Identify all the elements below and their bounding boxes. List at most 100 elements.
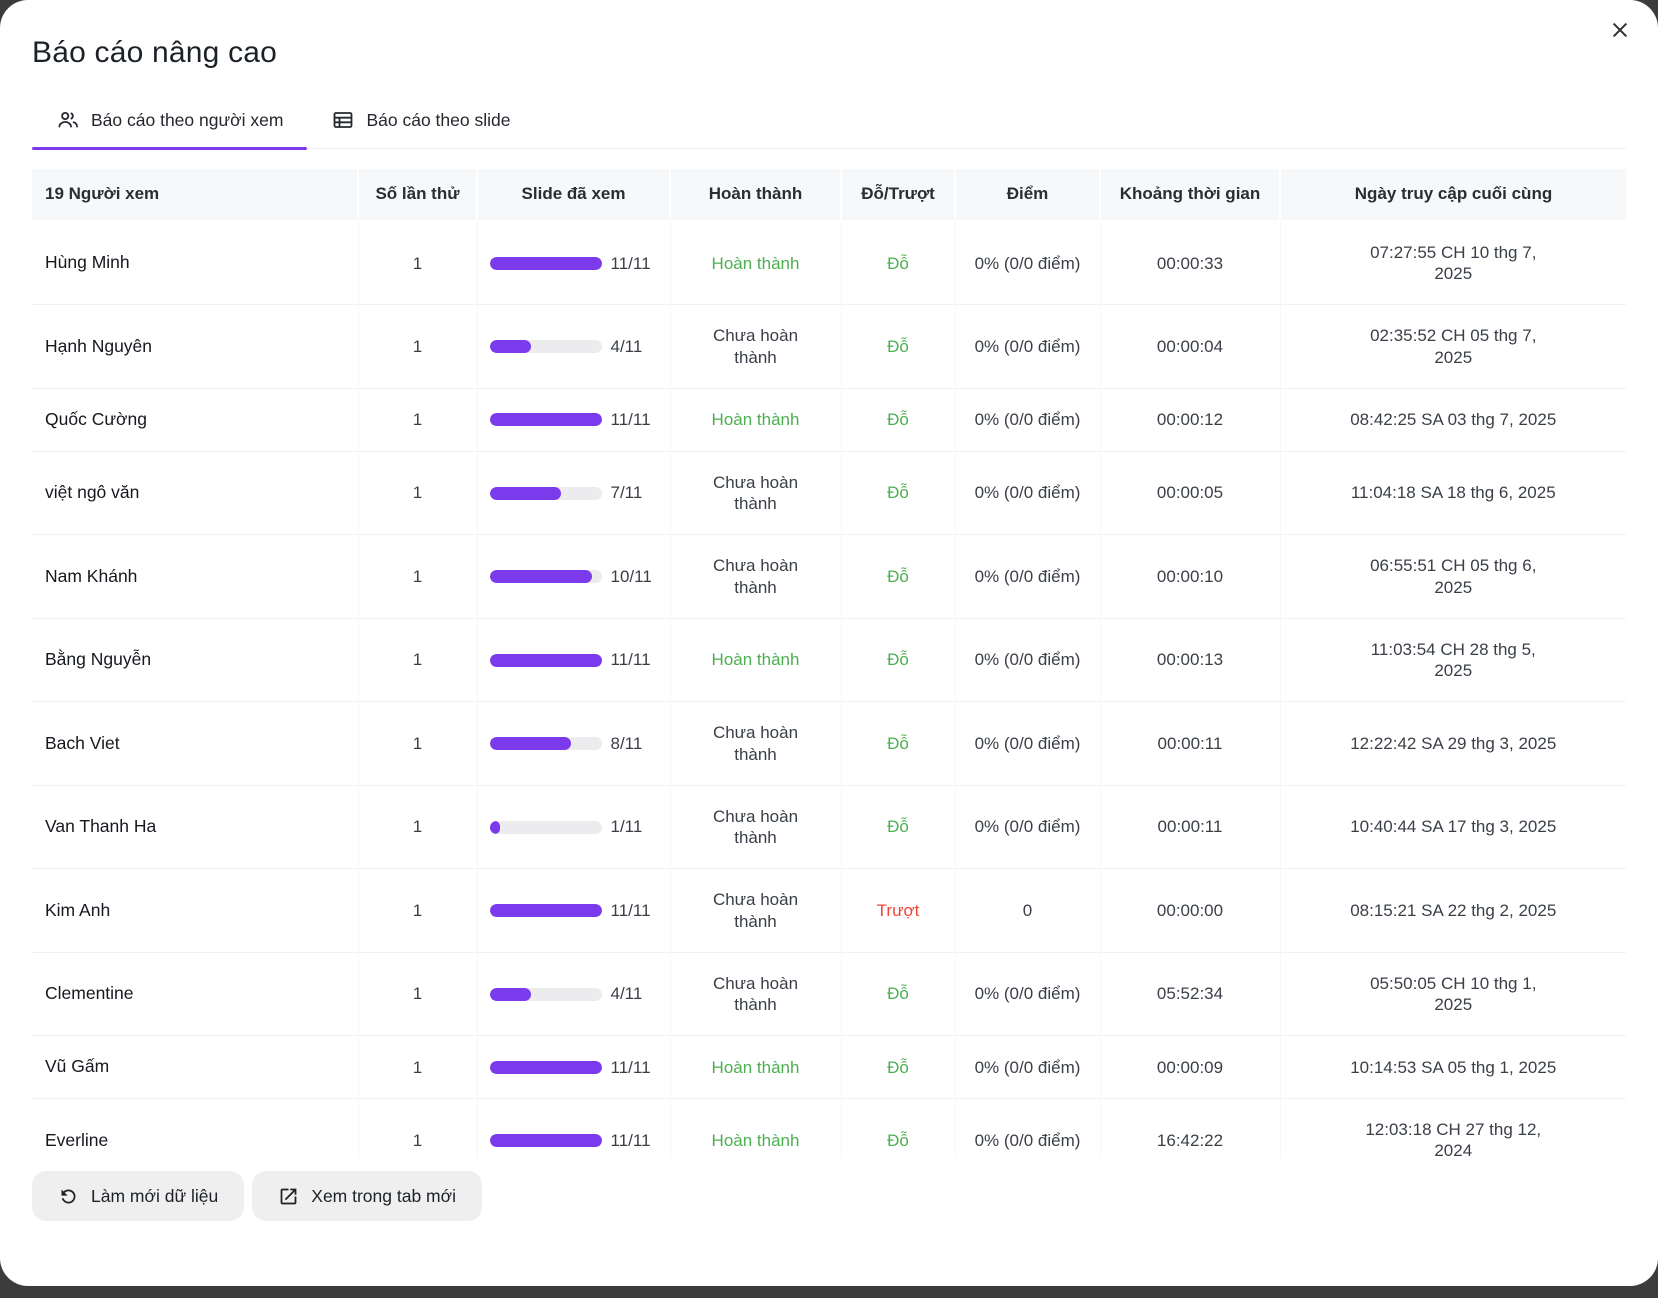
slides-viewed-cell: 1/11 [477, 785, 670, 869]
completion-cell: Chưa hoàn thành [670, 305, 841, 389]
pass-fail-cell: Đỗ [841, 388, 955, 451]
viewer-name-cell: Clementine [32, 952, 358, 1036]
progress-bar [490, 487, 602, 500]
completion-cell: Chưa hoàn thành [670, 702, 841, 786]
slides-viewed-cell: 8/11 [477, 702, 670, 786]
attempts-cell: 1 [358, 952, 477, 1036]
attempts-cell: 1 [358, 618, 477, 702]
completion-cell: Chưa hoàn thành [670, 451, 841, 535]
table-row: Clementine14/11Chưa hoàn thànhĐỗ0% (0/0 … [32, 952, 1626, 1036]
footer-actions: Làm mới dữ liệu Xem trong tab mới [32, 1171, 1626, 1221]
score-cell: 0 [955, 869, 1100, 953]
duration-cell: 00:00:33 [1100, 221, 1280, 305]
pass-fail-cell: Đỗ [841, 702, 955, 786]
duration-cell: 00:00:12 [1100, 388, 1280, 451]
pass-fail-cell: Đỗ [841, 1036, 955, 1099]
open-tab-label: Xem trong tab mới [311, 1186, 456, 1207]
progress-label: 7/11 [611, 482, 643, 503]
page-title: Báo cáo nâng cao [32, 0, 1626, 70]
open-in-new-tab-button[interactable]: Xem trong tab mới [252, 1171, 482, 1221]
table-row: Hùng Minh111/11Hoàn thànhĐỗ0% (0/0 điểm)… [32, 221, 1626, 305]
refresh-label: Làm mới dữ liệu [91, 1186, 218, 1207]
column-header-4: Đỗ/Trượt [841, 169, 955, 221]
tab-report-by-slide[interactable]: Báo cáo theo slide [307, 96, 534, 148]
last-access-cell: 05:50:05 CH 10 thg 1, 2025 [1280, 952, 1626, 1036]
tab-bar: Báo cáo theo người xem Báo cáo theo slid… [32, 96, 1626, 149]
completion-cell: Hoàn thành [670, 1036, 841, 1099]
column-header-6: Khoảng thời gian [1100, 169, 1280, 221]
progress-bar [490, 904, 602, 917]
completion-cell: Hoàn thành [670, 388, 841, 451]
column-header-3: Hoàn thành [670, 169, 841, 221]
slides-viewed-cell: 11/11 [477, 618, 670, 702]
attempts-cell: 1 [358, 702, 477, 786]
duration-cell: 05:52:34 [1100, 952, 1280, 1036]
external-link-icon [278, 1186, 299, 1207]
attempts-cell: 1 [358, 1099, 477, 1159]
viewer-name-cell: Bằng Nguyễn [32, 618, 358, 702]
tab-label: Báo cáo theo người xem [91, 110, 283, 131]
progress-bar [490, 340, 602, 353]
last-access-cell: 02:35:52 CH 05 thg 7, 2025 [1280, 305, 1626, 389]
pass-fail-cell: Đỗ [841, 785, 955, 869]
progress-bar [490, 1134, 602, 1147]
tab-report-by-viewer[interactable]: Báo cáo theo người xem [32, 96, 307, 148]
table-row: Quốc Cường111/11Hoàn thànhĐỗ0% (0/0 điểm… [32, 388, 1626, 451]
progress-label: 11/11 [611, 1130, 651, 1151]
last-access-cell: 10:40:44 SA 17 thg 3, 2025 [1280, 785, 1626, 869]
completion-cell: Chưa hoàn thành [670, 785, 841, 869]
slides-viewed-cell: 4/11 [477, 952, 670, 1036]
refresh-data-button[interactable]: Làm mới dữ liệu [32, 1171, 244, 1221]
completion-cell: Chưa hoàn thành [670, 535, 841, 619]
viewer-name-cell: Quốc Cường [32, 388, 358, 451]
pass-fail-cell: Đỗ [841, 221, 955, 305]
last-access-cell: 12:22:42 SA 29 thg 3, 2025 [1280, 702, 1626, 786]
viewer-name-cell: Bach Viet [32, 702, 358, 786]
duration-cell: 00:00:10 [1100, 535, 1280, 619]
duration-cell: 00:00:04 [1100, 305, 1280, 389]
pass-fail-cell: Đỗ [841, 1099, 955, 1159]
column-header-5: Điểm [955, 169, 1100, 221]
pass-fail-cell: Trượt [841, 869, 955, 953]
attempts-cell: 1 [358, 305, 477, 389]
score-cell: 0% (0/0 điểm) [955, 221, 1100, 305]
attempts-cell: 1 [358, 869, 477, 953]
last-access-cell: 08:15:21 SA 22 thg 2, 2025 [1280, 869, 1626, 953]
progress-label: 4/11 [611, 336, 643, 357]
slides-viewed-cell: 11/11 [477, 388, 670, 451]
attempts-cell: 1 [358, 221, 477, 305]
score-cell: 0% (0/0 điểm) [955, 388, 1100, 451]
duration-cell: 00:00:11 [1100, 785, 1280, 869]
viewer-name-cell: Everline [32, 1099, 358, 1159]
pass-fail-cell: Đỗ [841, 618, 955, 702]
attempts-cell: 1 [358, 388, 477, 451]
last-access-cell: 11:04:18 SA 18 thg 6, 2025 [1280, 451, 1626, 535]
pass-fail-cell: Đỗ [841, 451, 955, 535]
progress-bar [490, 737, 602, 750]
attempts-cell: 1 [358, 535, 477, 619]
column-header-7: Ngày truy cập cuối cùng [1280, 169, 1626, 221]
viewer-name-cell: Kim Anh [32, 869, 358, 953]
progress-bar [490, 413, 602, 426]
table-row: việt ngô văn17/11Chưa hoàn thànhĐỗ0% (0/… [32, 451, 1626, 535]
duration-cell: 00:00:13 [1100, 618, 1280, 702]
viewer-name-cell: Van Thanh Ha [32, 785, 358, 869]
viewer-name-cell: Vũ Gấm [32, 1036, 358, 1099]
table-row: Van Thanh Ha11/11Chưa hoàn thànhĐỗ0% (0/… [32, 785, 1626, 869]
column-header-2: Slide đã xem [477, 169, 670, 221]
progress-label: 10/11 [611, 566, 652, 587]
viewer-name-cell: Hùng Minh [32, 221, 358, 305]
column-header-0: 19 Người xem [32, 169, 358, 221]
table-row: Everline111/11Hoàn thànhĐỗ0% (0/0 điểm)1… [32, 1099, 1626, 1159]
progress-label: 11/11 [611, 253, 651, 274]
slides-viewed-cell: 11/11 [477, 869, 670, 953]
score-cell: 0% (0/0 điểm) [955, 952, 1100, 1036]
advanced-report-modal: Báo cáo nâng cao Báo cáo theo người xem [0, 0, 1658, 1286]
column-header-1: Số lần thử [358, 169, 477, 221]
score-cell: 0% (0/0 điểm) [955, 451, 1100, 535]
progress-bar [490, 821, 602, 834]
table-header-row: 19 Người xemSố lần thửSlide đã xemHoàn t… [32, 169, 1626, 221]
close-icon[interactable] [1604, 14, 1636, 46]
last-access-cell: 12:03:18 CH 27 thg 12, 2024 [1280, 1099, 1626, 1159]
table-row: Kim Anh111/11Chưa hoàn thànhTrượt000:00:… [32, 869, 1626, 953]
